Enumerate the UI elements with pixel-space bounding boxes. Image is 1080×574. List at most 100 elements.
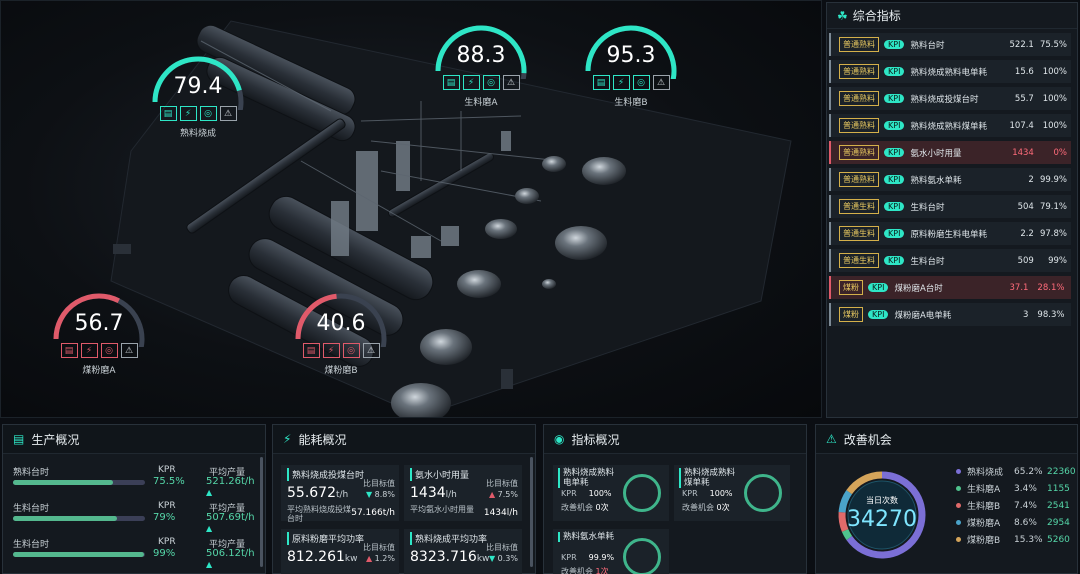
kpi-row[interactable]: 普通熟料 KPI 熟料氨水单耗 2 99.9% (829, 168, 1071, 191)
energy-number: 8323.716 (410, 549, 477, 565)
progress-bar (13, 516, 145, 521)
improve-title: 改善机会 (843, 432, 892, 447)
energy-cell[interactable]: 氨水小时用量 比目标值 1434l/h ▲ 7.5% 平均氨水小时用量 1434l/h (404, 465, 522, 521)
energy-title: 氨水小时用量 (410, 468, 469, 481)
gauge-value: 95.3 (606, 43, 656, 68)
energy-icon[interactable]: ⚡ (462, 75, 480, 90)
legend-percent: 7.4% (1014, 500, 1037, 511)
index-icon[interactable]: ◎ (482, 75, 500, 90)
kpi-value: 15.6 (1014, 66, 1034, 77)
energy-cell[interactable]: 熟料烧成平均功率 比目标值 8323.716kw ▼ 0.3% (404, 529, 522, 574)
index-cell[interactable]: 熟料氨水单耗 KPR 99.9% 改善机会 1次 (553, 529, 669, 574)
legend-item[interactable]: 生料磨A 3.4% 1155 (956, 480, 1076, 497)
trend-icon[interactable]: ▤ (302, 343, 320, 358)
kpi-name: 生料台时 (910, 256, 945, 267)
improve-donut[interactable]: 当日次数 34270 (832, 465, 932, 568)
production-label: 生料台时 (13, 540, 50, 550)
kpr-value: 100% (709, 489, 733, 498)
kpi-row[interactable]: 普通熟料 KPI 氨水小时用量 1434 0% (829, 141, 1071, 164)
kpi-name: 煤粉磨A台时 (894, 283, 943, 294)
gauge-clinker-burning[interactable]: 79.4 ▤ ⚡ ◎ ⚠ 熟料烧成 (148, 52, 248, 139)
legend-item[interactable]: 生料磨B 7.4% 2541 (956, 497, 1076, 514)
kpi-row[interactable]: 煤粉 KPI 煤粉磨A台时 37.1 28.1% (829, 276, 1071, 299)
warning-icon[interactable]: ⚠ (362, 343, 380, 358)
factory-3d-view[interactable]: 79.4 ▤ ⚡ ◎ ⚠ 熟料烧成 88.3 ▤ ⚡ ◎ ⚠ 生料磨A 95.3 ▤ ⚡ ◎ ⚠ 生料磨B 5… (0, 0, 822, 418)
gauge-raw-mill-b[interactable]: 95.3 ▤ ⚡ ◎ ⚠ 生料磨B (581, 21, 681, 108)
legend-dot (956, 486, 961, 491)
kpi-value: 522.1 (1009, 39, 1034, 50)
production-scrollbar[interactable] (260, 457, 263, 567)
gauge-name: 熟料烧成 (179, 129, 216, 139)
index-cell[interactable]: 熟料烧成熟料电单耗 KPR 100% 改善机会 0次 (553, 465, 669, 521)
kpi-name: 熟料台时 (910, 40, 945, 51)
gauge-raw-mill-a[interactable]: 88.3 ▤ ⚡ ◎ ⚠ 生料磨A (431, 21, 531, 108)
target-label: 比目标值 (363, 543, 395, 552)
avg-output-value: 507.69t/h (206, 512, 255, 523)
kpr-ring (623, 474, 661, 512)
warning-icon[interactable]: ⚠ (502, 75, 520, 90)
kpi-value: 2 (1028, 174, 1034, 185)
production-row[interactable]: 熟料台时 KPR 平均产量 75.5% 521.26t/h ▲ (13, 459, 255, 497)
kpi-row[interactable]: 煤粉 KPI 煤粉磨A电单耗 3 98.3% (829, 303, 1071, 326)
energy-icon[interactable]: ⚡ (80, 343, 98, 358)
gauge-value: 56.7 (74, 311, 124, 336)
warning-icon: ⚠ (826, 432, 837, 446)
index-icon[interactable]: ◎ (199, 106, 217, 121)
legend-item[interactable]: 煤粉磨B 15.3% 5260 (956, 531, 1076, 548)
kpr-value: 75.5% (153, 476, 185, 487)
legend-percent: 15.3% (1014, 534, 1043, 545)
progress-bar (13, 552, 145, 557)
gauge-coal-mill-b[interactable]: 40.6 ▤ ⚡ ◎ ⚠ 煤粉磨B (291, 289, 391, 376)
gauge-icon-row: ▤ ⚡ ◎ ⚠ (291, 343, 391, 358)
trend-icon[interactable]: ▤ (442, 75, 460, 90)
down-arrow-icon: ▼ (365, 490, 375, 499)
gauge-name: 生料磨B (614, 98, 648, 108)
index-icon[interactable]: ◎ (342, 343, 360, 358)
kpr-line: KPR 100% (682, 489, 733, 498)
legend-percent: 3.4% (1014, 483, 1037, 494)
lightning-icon: ⚡ (283, 432, 292, 446)
chance-line: 改善机会 0次 (682, 502, 730, 513)
gauge-coal-mill-a[interactable]: 56.7 ▤ ⚡ ◎ ⚠ 煤粉磨A (49, 289, 149, 376)
kpi-row[interactable]: 普通生料 KPI 生料台时 509 99% (829, 249, 1071, 272)
trend-icon[interactable]: ▤ (60, 343, 78, 358)
kpi-row[interactable]: 普通生料 KPI 生料台时 504 79.1% (829, 195, 1071, 218)
index-cell[interactable]: 熟料烧成熟料煤单耗 KPR 100% 改善机会 0次 (674, 465, 790, 521)
trend-icon[interactable]: ▤ (592, 75, 610, 90)
legend-item[interactable]: 煤粉磨A 8.6% 2954 (956, 514, 1076, 531)
kpi-row[interactable]: 普通熟料 KPI 熟料台时 522.1 75.5% (829, 33, 1071, 56)
energy-icon[interactable]: ⚡ (179, 106, 197, 121)
kpi-badge: KPI (884, 94, 905, 103)
kpi-percent: 99% (1048, 255, 1067, 266)
warning-icon[interactable]: ⚠ (652, 75, 670, 90)
index-icon[interactable]: ◎ (100, 343, 118, 358)
legend-name: 熟料烧成 (967, 468, 1004, 478)
legend-dot (956, 537, 961, 542)
energy-number: 812.261 (287, 549, 345, 565)
kpi-row[interactable]: 普通熟料 KPI 熟料烧成熟料电单耗 15.6 100% (829, 60, 1071, 83)
index-icon[interactable]: ◎ (632, 75, 650, 90)
legend-item[interactable]: 熟料烧成 65.2% 22360 (956, 463, 1076, 480)
warning-icon[interactable]: ⚠ (120, 343, 138, 358)
energy-cell[interactable]: 熟料烧成投煤台时 比目标值 55.672t/h ▼ 8.8% 平均熟料烧成投煤台时 57.… (281, 465, 399, 523)
kpi-row[interactable]: 普通熟料 KPI 熟料烧成投煤台时 55.7 100% (829, 87, 1071, 110)
gauge-icon-row: ▤ ⚡ ◎ ⚠ (431, 75, 531, 90)
warning-icon[interactable]: ⚠ (219, 106, 237, 121)
gauge-name: 生料磨A (464, 98, 498, 108)
energy-cell[interactable]: 原料粉磨平均功率 比目标值 812.261kw ▲ 1.2% (281, 529, 399, 574)
kpi-row[interactable]: 普通熟料 KPI 熟料烧成熟料煤单耗 107.4 100% (829, 114, 1071, 137)
legend-count: 2954 (1047, 517, 1070, 528)
kpi-panel-title: 综合指标 (852, 9, 901, 23)
production-row[interactable]: 生料台时 KPR 平均产量 79% 507.69t/h ▲ (13, 495, 255, 533)
kpr-value: 79% (153, 512, 176, 523)
trend-icon[interactable]: ▤ (159, 106, 177, 121)
energy-icon[interactable]: ⚡ (612, 75, 630, 90)
kpi-row[interactable]: 普通生料 KPI 原料粉磨生料电单耗 2.2 97.8% (829, 222, 1071, 245)
target-label: 比目标值 (486, 543, 518, 552)
energy-title: 熟料烧成平均功率 (410, 532, 487, 545)
energy-scrollbar[interactable] (530, 457, 533, 567)
chance-label: 改善机会 (682, 503, 717, 512)
change-value: 7.5% (497, 490, 518, 499)
production-row[interactable]: 生料台时 KPR 平均产量 99% 506.12t/h ▲ (13, 531, 255, 569)
energy-icon[interactable]: ⚡ (322, 343, 340, 358)
